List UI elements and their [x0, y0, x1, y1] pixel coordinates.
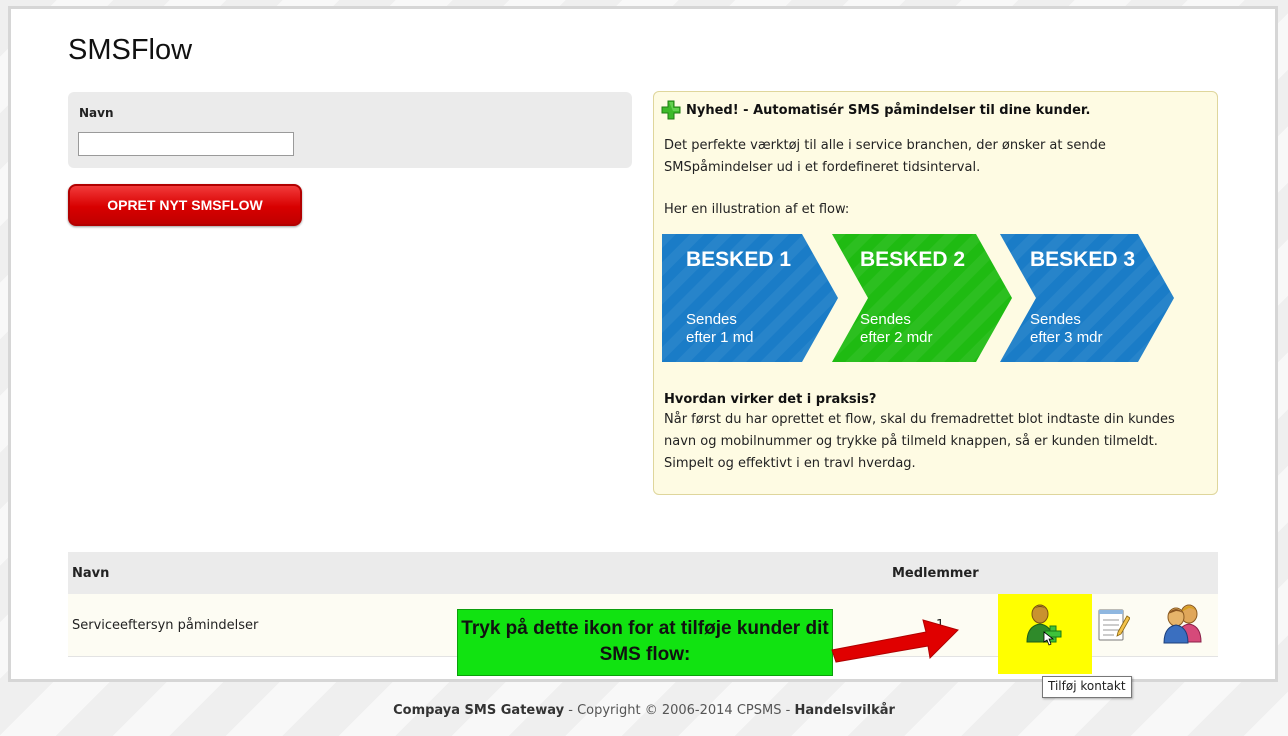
footer-terms-link[interactable]: Handelsvilkår [794, 703, 894, 718]
footer: Compaya SMS Gateway - Copyright © 2006-2… [0, 703, 1288, 718]
flow-step-1: BESKED 1 Sendes efter 1 md [662, 234, 838, 362]
flow-step-1-line2: efter 1 md [686, 329, 754, 346]
create-smsflow-button[interactable]: OPRET NYT SMSFLOW [68, 184, 302, 226]
flow-step-2: BESKED 2 Sendes efter 2 mdr [832, 234, 1012, 362]
illustration-caption: Her en illustration af et flow: [664, 202, 850, 217]
flow-step-2-line1: Sendes [860, 311, 911, 328]
instruction-callout: Tryk på dette ikon for at tilføje kunder… [457, 609, 833, 676]
add-contact-tooltip: Tilføj kontakt [1042, 676, 1132, 698]
column-name: Navn [72, 566, 110, 581]
table-header: Navn Medlemmer [68, 552, 1218, 594]
flow-step-3-line2: efter 3 mdr [1030, 329, 1103, 346]
page-title: SMSFlow [68, 34, 193, 66]
flow-step-1-line1: Sendes [686, 311, 737, 328]
flow-step-2-title: BESKED 2 [860, 248, 965, 271]
column-members: Medlemmer [892, 566, 979, 581]
name-input[interactable] [78, 132, 294, 156]
info-description: Det perfekte værktøj til alle i service … [664, 138, 1106, 175]
info-title: Nyhed! - Automatisér SMS påmindelser til… [686, 103, 1091, 118]
flow-step-3: BESKED 3 Sendes efter 3 mdr [1000, 234, 1174, 362]
flow-step-1-title: BESKED 1 [686, 248, 791, 271]
add-contact-icon[interactable] [1024, 602, 1068, 646]
members-icon[interactable] [1162, 602, 1204, 644]
flow-illustration: BESKED 1 Sendes efter 1 md BESKED 2 Send… [662, 234, 1182, 362]
flow-step-2-line2: efter 2 mdr [860, 329, 933, 346]
howto-heading: Hvordan virker det i praksis? [664, 392, 877, 407]
create-flow-form: Navn [68, 92, 632, 168]
flow-name-cell: Serviceeftersyn påmindelser [72, 618, 259, 633]
flow-step-3-line1: Sendes [1030, 311, 1081, 328]
howto-body: Når først du har oprettet et flow, skal … [664, 412, 1175, 471]
name-label: Navn [79, 106, 114, 120]
flow-step-3-title: BESKED 3 [1030, 248, 1135, 271]
red-arrow [831, 619, 959, 663]
footer-copyright: Copyright © 2006-2014 CPSMS [577, 703, 782, 718]
footer-separator: - [568, 703, 578, 718]
info-panel: Nyhed! - Automatisér SMS påmindelser til… [653, 91, 1218, 495]
green-plus-icon [661, 100, 681, 120]
footer-brand-link[interactable]: Compaya SMS Gateway [393, 703, 564, 718]
notes-icon[interactable] [1096, 606, 1130, 642]
